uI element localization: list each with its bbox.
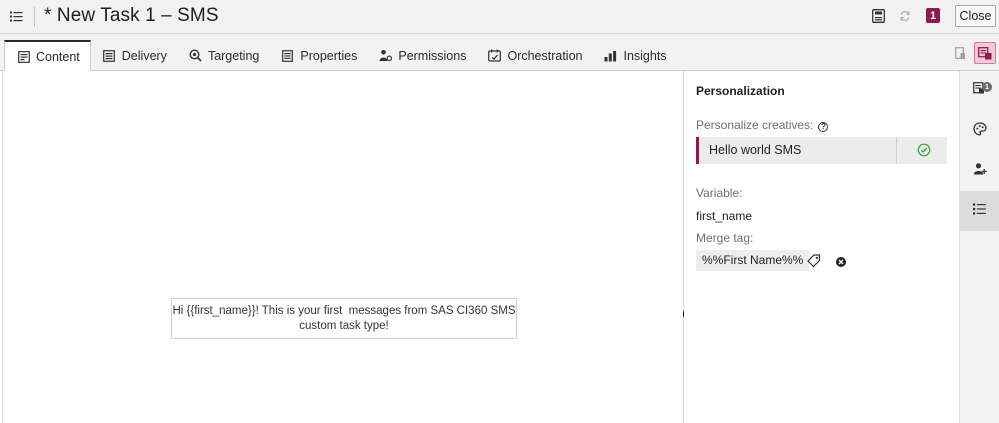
tab-insights[interactable]: Insights xyxy=(592,40,676,71)
tab-content[interactable]: Content xyxy=(4,40,91,72)
tag-icon[interactable] xyxy=(807,254,821,268)
tab-permissions[interactable]: Permissions xyxy=(367,40,476,71)
title-divider xyxy=(34,7,35,27)
merge-tag-value[interactable]: %%First Name%% xyxy=(696,250,810,271)
creative-item[interactable]: Hello world SMS xyxy=(696,137,947,164)
properties-icon xyxy=(281,49,294,62)
variable-value: first_name xyxy=(696,209,753,223)
page-title: * New Task 1 – SMS xyxy=(44,5,219,26)
tab-orchestration[interactable]: Orchestration xyxy=(476,40,592,71)
help-icon[interactable]: ? xyxy=(818,121,829,132)
tab-bar: Content Delivery Targeting Properties Pe… xyxy=(0,34,999,72)
tab-delivery[interactable]: Delivery xyxy=(91,40,177,71)
delivery-icon xyxy=(103,49,116,62)
add-user-icon xyxy=(973,162,987,181)
sms-preview-line-1: Hi {{first_name}}! This is your first me… xyxy=(172,305,516,317)
personalization-panel: Personalization Personalize creatives:? … xyxy=(684,71,959,423)
list-icon xyxy=(973,202,986,220)
creative-divider xyxy=(896,137,897,164)
creative-name: Hello world SMS xyxy=(709,143,802,157)
remove-icon[interactable] xyxy=(835,255,847,267)
merge-tag-label: Merge tag: xyxy=(696,231,754,245)
rail-personalization-button[interactable] xyxy=(960,191,999,231)
check-circle-icon xyxy=(917,143,931,157)
personalize-creatives-label: Personalize creatives:? xyxy=(696,118,829,132)
title-bar: * New Task 1 – SMS 1 Close xyxy=(0,0,999,34)
rail-preview-button[interactable]: 1 xyxy=(960,71,999,111)
variable-label: Variable: xyxy=(696,186,743,200)
content-icon xyxy=(17,50,30,63)
tab-targeting[interactable]: Targeting xyxy=(177,40,269,71)
notification-badge[interactable]: 1 xyxy=(926,8,940,23)
preview-toggle-button[interactable] xyxy=(949,42,971,64)
palette-icon xyxy=(972,121,987,141)
personalization-panel-button[interactable] xyxy=(974,42,996,64)
rail-add-user-button[interactable] xyxy=(960,151,999,191)
save-icon[interactable] xyxy=(870,8,886,24)
rail-creative-button[interactable] xyxy=(960,111,999,151)
permissions-icon xyxy=(379,49,393,62)
targeting-icon xyxy=(189,49,202,62)
content-canvas: Hi {{first_name}}! This is your first me… xyxy=(2,71,684,423)
panel-title: Personalization xyxy=(696,84,785,98)
side-rail: 1 xyxy=(959,71,999,423)
sms-preview-line-2: custom task type! xyxy=(299,320,389,332)
rail-badge: 1 xyxy=(982,82,992,92)
orchestration-icon xyxy=(488,49,502,62)
sms-preview[interactable]: Hi {{first_name}}! This is your first me… xyxy=(171,298,517,339)
refresh-icon[interactable] xyxy=(897,8,913,24)
menu-icon[interactable] xyxy=(8,8,24,24)
insights-icon xyxy=(604,49,617,62)
close-button[interactable]: Close xyxy=(955,5,996,27)
tab-properties[interactable]: Properties xyxy=(269,40,367,71)
